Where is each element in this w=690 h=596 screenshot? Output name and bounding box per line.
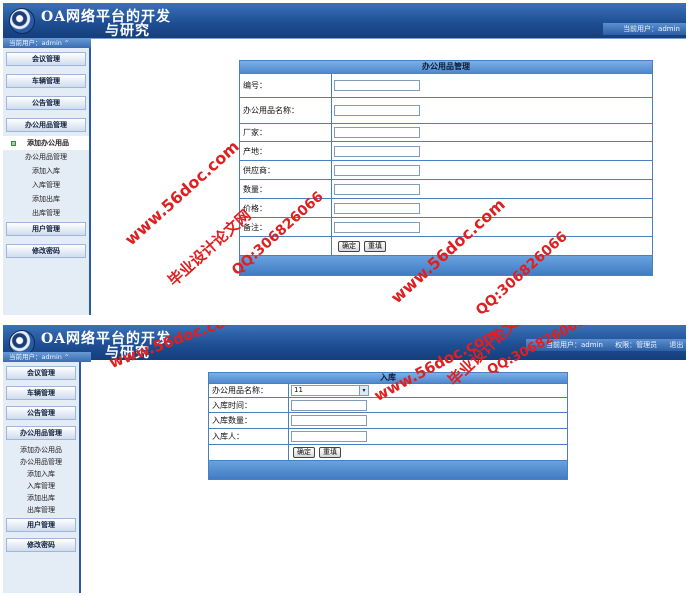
maker-input[interactable]: [334, 127, 420, 138]
price-input[interactable]: [334, 202, 420, 214]
form-row-person: 入库人：: [209, 428, 567, 444]
form-row-buttons: 确定 重填: [240, 236, 652, 255]
header-permission: 权限：管理员: [615, 341, 658, 349]
field-label-person: 入库人：: [209, 429, 289, 444]
field-label-origin: 产地：: [240, 142, 332, 160]
current-user-bar: 当前用户：admin ⌃: [3, 352, 91, 362]
logo-icon: [9, 8, 35, 34]
supplier-input[interactable]: [334, 164, 420, 176]
select-value: 11: [294, 386, 303, 394]
field-label-quantity: 入库数量：: [209, 413, 289, 428]
remark-input[interactable]: [334, 221, 420, 233]
sidebar-item-supply-manage[interactable]: 办公用品管理: [3, 456, 79, 468]
field-label-remark: 备注：: [240, 218, 332, 236]
sidebar: 会议管理 车辆管理 公告管理 办公用品管理 添加办公用品 办公用品管理 添加入库…: [3, 48, 91, 315]
current-user-label: 当前用户：admin: [9, 353, 62, 361]
sidebar-section-notice[interactable]: 公告管理: [6, 406, 76, 420]
form-row-time: 入库时间：: [209, 397, 567, 412]
sidebar-item-stock-in-manage[interactable]: 入库管理: [3, 178, 89, 192]
logout-link[interactable]: 退出: [669, 341, 683, 349]
current-user-bar: 当前用户：admin ⌃: [3, 38, 91, 48]
field-label-id: 编号：: [240, 74, 332, 97]
stock-in-time-input[interactable]: [291, 399, 367, 411]
submit-button[interactable]: 确定: [293, 447, 315, 458]
form-row-origin: 产地：: [240, 141, 652, 160]
field-label-time: 入库时间：: [209, 398, 289, 412]
header-divider: [91, 38, 686, 48]
id-input[interactable]: [334, 80, 420, 91]
form-title: 入库: [209, 373, 567, 383]
sidebar-item-add-supply[interactable]: 添加办公用品: [3, 136, 89, 150]
form-row-quantity: 数量：: [240, 179, 652, 198]
header-user-info: 当前用户：admin: [603, 23, 686, 35]
main-content: 入库 办公用品名称： 11 ▾ 入库时间： 入库数量： 入库人： 确定 重填: [83, 363, 686, 593]
main-content: 办公用品管理 编号： 办公用品名称： 厂家： 产地： 供应商： 数量： 价格： …: [93, 49, 686, 315]
stock-in-person-input[interactable]: [291, 431, 367, 442]
sidebar-section-users[interactable]: 用户管理: [6, 518, 76, 532]
sidebar-item-supply-manage[interactable]: 办公用品管理: [3, 150, 89, 164]
sidebar-item-add-stock-in[interactable]: 添加入库: [3, 164, 89, 178]
sidebar-item-stock-in-manage[interactable]: 入库管理: [3, 480, 79, 492]
sidebar-section-meeting[interactable]: 会议管理: [6, 366, 76, 380]
sidebar-section-vehicle[interactable]: 车辆管理: [6, 74, 86, 88]
header-user-info: 当前用户：admin 权限：管理员 退出: [526, 339, 686, 351]
form-row-name: 办公用品名称：: [240, 97, 652, 123]
field-label-price: 价格：: [240, 199, 332, 217]
form-row-quantity: 入库数量：: [209, 412, 567, 428]
sidebar-section-users[interactable]: 用户管理: [6, 222, 86, 236]
form-row-maker: 厂家：: [240, 123, 652, 141]
bullet-icon: [11, 141, 16, 146]
app-title-line2: 与研究: [105, 23, 150, 39]
chevron-down-icon: ▾: [359, 386, 368, 395]
current-user-label: 当前用户：admin: [9, 39, 62, 47]
form-row-buttons: 确定 重填: [209, 444, 567, 460]
form-footer: [209, 460, 567, 479]
sidebar-item-add-stock-out[interactable]: 添加出库: [3, 192, 89, 206]
form-row-id: 编号：: [240, 73, 652, 97]
sidebar-section-office-supplies[interactable]: 办公用品管理: [6, 118, 86, 132]
sidebar-item-add-supply[interactable]: 添加办公用品: [3, 444, 79, 456]
sidebar-item-stock-out-manage[interactable]: 出库管理: [3, 504, 79, 516]
form-row-price: 价格：: [240, 198, 652, 217]
sidebar: 会议管理 车辆管理 公告管理 办公用品管理 添加办公用品 办公用品管理 添加入库…: [3, 362, 81, 593]
field-label-maker: 厂家：: [240, 124, 332, 141]
header-current-user: 当前用户：admin: [546, 341, 603, 349]
sidebar-section-password[interactable]: 修改密码: [6, 244, 86, 258]
sidebar-item-add-stock-out[interactable]: 添加出库: [3, 492, 79, 504]
sidebar-item-stock-out-manage[interactable]: 出库管理: [3, 206, 89, 220]
sidebar-item-add-stock-in[interactable]: 添加入库: [3, 468, 79, 480]
screenshot-stock-in: OA网络平台的开发 与研究 当前用户：admin 权限：管理员 退出 当前用户：…: [3, 325, 686, 593]
app-title-line2: 与研究: [105, 345, 150, 361]
field-label-supplier: 供应商：: [240, 161, 332, 179]
form-row-name: 办公用品名称： 11 ▾: [209, 383, 567, 397]
name-input[interactable]: [334, 105, 420, 116]
stock-in-quantity-input[interactable]: [291, 415, 367, 426]
screenshot-add-office-supply: OA网络平台的开发 与研究 当前用户：admin 当前用户：admin ⌃ 会议…: [3, 3, 686, 315]
field-label-name: 办公用品名称：: [240, 98, 332, 123]
field-label-name: 办公用品名称：: [209, 384, 289, 397]
sidebar-section-vehicle[interactable]: 车辆管理: [6, 386, 76, 400]
header-current-user: 当前用户：admin: [623, 25, 680, 33]
sidebar-section-notice[interactable]: 公告管理: [6, 96, 86, 110]
sidebar-section-meeting[interactable]: 会议管理: [6, 52, 86, 66]
form-row-supplier: 供应商：: [240, 160, 652, 179]
header-banner: OA网络平台的开发 与研究 当前用户：admin 权限：管理员 退出: [3, 325, 686, 361]
stock-in-form: 入库 办公用品名称： 11 ▾ 入库时间： 入库数量： 入库人： 确定 重填: [208, 372, 568, 480]
quantity-input[interactable]: [334, 183, 420, 195]
sidebar-item-label: 添加办公用品: [27, 139, 69, 147]
sidebar-section-password[interactable]: 修改密码: [6, 538, 76, 552]
supply-name-select[interactable]: 11 ▾: [291, 385, 369, 396]
origin-input[interactable]: [334, 145, 420, 157]
reset-button[interactable]: 重填: [364, 240, 386, 252]
form-footer: [240, 255, 652, 275]
submit-button[interactable]: 确定: [338, 240, 360, 252]
header-banner: OA网络平台的开发 与研究 当前用户：admin: [3, 3, 686, 39]
supply-form: 办公用品管理 编号： 办公用品名称： 厂家： 产地： 供应商： 数量： 价格： …: [239, 60, 653, 276]
form-title: 办公用品管理: [240, 61, 652, 73]
form-row-remark: 备注：: [240, 217, 652, 236]
field-label-quantity: 数量：: [240, 180, 332, 198]
sidebar-section-office-supplies[interactable]: 办公用品管理: [6, 426, 76, 440]
reset-button[interactable]: 重填: [319, 447, 341, 458]
